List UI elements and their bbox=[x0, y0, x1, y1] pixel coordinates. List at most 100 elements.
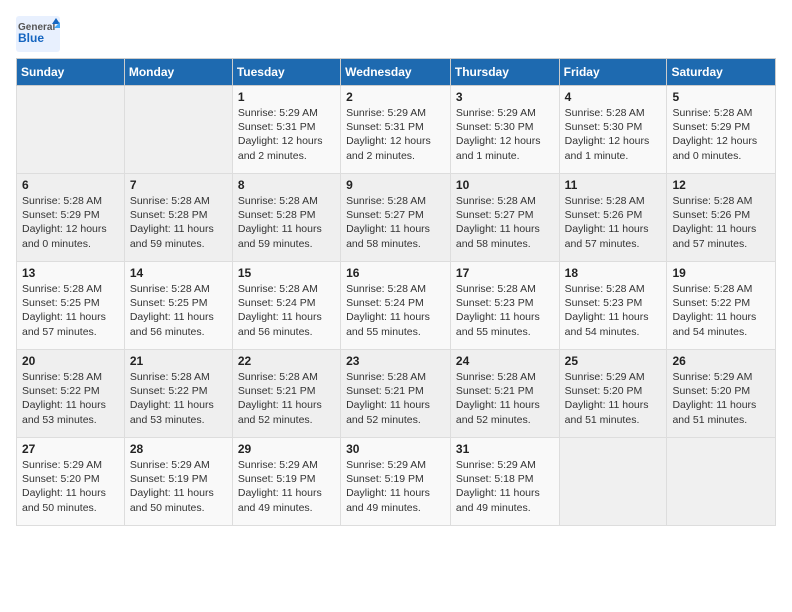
calendar-cell: 4 Sunrise: 5:28 AMSunset: 5:30 PMDaylight… bbox=[559, 86, 667, 174]
cell-day-number: 28 bbox=[130, 442, 227, 456]
cell-info-text: Sunrise: 5:28 AMSunset: 5:27 PMDaylight:… bbox=[346, 194, 445, 251]
cell-day-number: 14 bbox=[130, 266, 227, 280]
calendar-cell: 9 Sunrise: 5:28 AMSunset: 5:27 PMDaylight… bbox=[341, 174, 451, 262]
cell-info-text: Sunrise: 5:28 AMSunset: 5:29 PMDaylight:… bbox=[22, 194, 119, 251]
cell-day-number: 12 bbox=[672, 178, 770, 192]
calendar-cell: 7 Sunrise: 5:28 AMSunset: 5:28 PMDaylight… bbox=[124, 174, 232, 262]
cell-day-number: 13 bbox=[22, 266, 119, 280]
calendar-cell: 5 Sunrise: 5:28 AMSunset: 5:29 PMDaylight… bbox=[667, 86, 776, 174]
calendar-cell: 23Sunrise: 5:28 AMSunset: 5:21 PMDayligh… bbox=[341, 350, 451, 438]
cell-day-number: 17 bbox=[456, 266, 554, 280]
cell-info-text: Sunrise: 5:29 AMSunset: 5:19 PMDaylight:… bbox=[346, 458, 445, 515]
cell-info-text: Sunrise: 5:28 AMSunset: 5:25 PMDaylight:… bbox=[130, 282, 227, 339]
weekday-header-saturday: Saturday bbox=[667, 59, 776, 86]
weekday-header-thursday: Thursday bbox=[450, 59, 559, 86]
cell-day-number: 4 bbox=[565, 90, 662, 104]
cell-day-number: 8 bbox=[238, 178, 335, 192]
cell-info-text: Sunrise: 5:29 AMSunset: 5:20 PMDaylight:… bbox=[672, 370, 770, 427]
calendar-cell: 17 Sunrise: 5:28 AMSunset: 5:23 PMDayligh… bbox=[450, 262, 559, 350]
cell-day-number: 27 bbox=[22, 442, 119, 456]
calendar-cell bbox=[17, 86, 125, 174]
cell-day-number: 30 bbox=[346, 442, 445, 456]
cell-day-number: 6 bbox=[22, 178, 119, 192]
svg-text:Blue: Blue bbox=[18, 31, 44, 45]
calendar-cell: 28 Sunrise: 5:29 AMSunset: 5:19 PMDayligh… bbox=[124, 438, 232, 526]
cell-info-text: Sunrise: 5:28 AMSunset: 5:21 PMDaylight:… bbox=[456, 370, 554, 427]
cell-info-text: Sunrise: 5:29 AMSunset: 5:20 PMDaylight:… bbox=[565, 370, 662, 427]
cell-info-text: Sunrise: 5:28 AMSunset: 5:22 PMDaylight:… bbox=[672, 282, 770, 339]
calendar-cell: 8Sunrise: 5:28 AMSunset: 5:28 PMDaylight… bbox=[232, 174, 340, 262]
cell-day-number: 11 bbox=[565, 178, 662, 192]
cell-day-number: 31 bbox=[456, 442, 554, 456]
calendar-cell: 15 Sunrise: 5:28 AMSunset: 5:24 PMDayligh… bbox=[232, 262, 340, 350]
calendar-cell: 6 Sunrise: 5:28 AMSunset: 5:29 PMDaylight… bbox=[17, 174, 125, 262]
calendar-cell: 12 Sunrise: 5:28 AMSunset: 5:26 PMDayligh… bbox=[667, 174, 776, 262]
cell-info-text: Sunrise: 5:29 AMSunset: 5:31 PMDaylight:… bbox=[346, 106, 445, 163]
cell-info-text: Sunrise: 5:29 AMSunset: 5:19 PMDaylight:… bbox=[238, 458, 335, 515]
cell-info-text: Sunrise: 5:28 AMSunset: 5:29 PMDaylight:… bbox=[672, 106, 770, 163]
calendar-cell: 27 Sunrise: 5:29 AMSunset: 5:20 PMDayligh… bbox=[17, 438, 125, 526]
weekday-header-monday: Monday bbox=[124, 59, 232, 86]
calendar-cell: 19 Sunrise: 5:28 AMSunset: 5:22 PMDayligh… bbox=[667, 262, 776, 350]
cell-day-number: 18 bbox=[565, 266, 662, 280]
cell-info-text: Sunrise: 5:28 AMSunset: 5:25 PMDaylight:… bbox=[22, 282, 119, 339]
cell-info-text: Sunrise: 5:28 AMSunset: 5:28 PMDaylight:… bbox=[130, 194, 227, 251]
calendar-cell: 30 Sunrise: 5:29 AMSunset: 5:19 PMDayligh… bbox=[341, 438, 451, 526]
logo: General Blue bbox=[16, 16, 64, 52]
weekday-header-wednesday: Wednesday bbox=[341, 59, 451, 86]
weekday-header-tuesday: Tuesday bbox=[232, 59, 340, 86]
cell-day-number: 25 bbox=[565, 354, 662, 368]
cell-info-text: Sunrise: 5:28 AMSunset: 5:22 PMDaylight:… bbox=[22, 370, 119, 427]
calendar-cell: 20 Sunrise: 5:28 AMSunset: 5:22 PMDayligh… bbox=[17, 350, 125, 438]
calendar-cell: 26 Sunrise: 5:29 AMSunset: 5:20 PMDayligh… bbox=[667, 350, 776, 438]
cell-day-number: 21 bbox=[130, 354, 227, 368]
cell-info-text: Sunrise: 5:28 AMSunset: 5:22 PMDaylight:… bbox=[130, 370, 227, 427]
calendar-cell: 13 Sunrise: 5:28 AMSunset: 5:25 PMDayligh… bbox=[17, 262, 125, 350]
page-header: General Blue bbox=[16, 16, 776, 52]
calendar-cell: 14 Sunrise: 5:28 AMSunset: 5:25 PMDayligh… bbox=[124, 262, 232, 350]
cell-info-text: Sunrise: 5:28 AMSunset: 5:30 PMDaylight:… bbox=[565, 106, 662, 163]
calendar-cell: 25 Sunrise: 5:29 AMSunset: 5:20 PMDayligh… bbox=[559, 350, 667, 438]
cell-day-number: 20 bbox=[22, 354, 119, 368]
cell-day-number: 7 bbox=[130, 178, 227, 192]
calendar-cell: 1 Sunrise: 5:29 AMSunset: 5:31 PMDaylight… bbox=[232, 86, 340, 174]
calendar-cell bbox=[559, 438, 667, 526]
cell-info-text: Sunrise: 5:28 AMSunset: 5:24 PMDaylight:… bbox=[346, 282, 445, 339]
calendar-cell: 11Sunrise: 5:28 AMSunset: 5:26 PMDayligh… bbox=[559, 174, 667, 262]
calendar-table: SundayMondayTuesdayWednesdayThursdayFrid… bbox=[16, 58, 776, 526]
cell-day-number: 22 bbox=[238, 354, 335, 368]
cell-info-text: Sunrise: 5:29 AMSunset: 5:19 PMDaylight:… bbox=[130, 458, 227, 515]
calendar-cell: 16 Sunrise: 5:28 AMSunset: 5:24 PMDayligh… bbox=[341, 262, 451, 350]
cell-day-number: 19 bbox=[672, 266, 770, 280]
cell-day-number: 26 bbox=[672, 354, 770, 368]
cell-info-text: Sunrise: 5:28 AMSunset: 5:23 PMDaylight:… bbox=[456, 282, 554, 339]
calendar-cell bbox=[124, 86, 232, 174]
calendar-cell: 21 Sunrise: 5:28 AMSunset: 5:22 PMDayligh… bbox=[124, 350, 232, 438]
weekday-header-friday: Friday bbox=[559, 59, 667, 86]
cell-info-text: Sunrise: 5:29 AMSunset: 5:31 PMDaylight:… bbox=[238, 106, 335, 163]
cell-day-number: 2 bbox=[346, 90, 445, 104]
cell-day-number: 9 bbox=[346, 178, 445, 192]
calendar-cell: 31Sunrise: 5:29 AMSunset: 5:18 PMDayligh… bbox=[450, 438, 559, 526]
cell-info-text: Sunrise: 5:29 AMSunset: 5:30 PMDaylight:… bbox=[456, 106, 554, 163]
cell-info-text: Sunrise: 5:28 AMSunset: 5:27 PMDaylight:… bbox=[456, 194, 554, 251]
cell-day-number: 10 bbox=[456, 178, 554, 192]
cell-info-text: Sunrise: 5:28 AMSunset: 5:26 PMDaylight:… bbox=[672, 194, 770, 251]
cell-info-text: Sunrise: 5:28 AMSunset: 5:24 PMDaylight:… bbox=[238, 282, 335, 339]
cell-info-text: Sunrise: 5:28 AMSunset: 5:21 PMDaylight:… bbox=[238, 370, 335, 427]
cell-day-number: 5 bbox=[672, 90, 770, 104]
cell-day-number: 15 bbox=[238, 266, 335, 280]
cell-day-number: 3 bbox=[456, 90, 554, 104]
calendar-cell bbox=[667, 438, 776, 526]
cell-day-number: 23 bbox=[346, 354, 445, 368]
calendar-cell: 22 Sunrise: 5:28 AMSunset: 5:21 PMDayligh… bbox=[232, 350, 340, 438]
cell-day-number: 24 bbox=[456, 354, 554, 368]
calendar-cell: 2 Sunrise: 5:29 AMSunset: 5:31 PMDaylight… bbox=[341, 86, 451, 174]
cell-info-text: Sunrise: 5:29 AMSunset: 5:20 PMDaylight:… bbox=[22, 458, 119, 515]
weekday-header-sunday: Sunday bbox=[17, 59, 125, 86]
cell-day-number: 16 bbox=[346, 266, 445, 280]
cell-day-number: 1 bbox=[238, 90, 335, 104]
calendar-cell: 18Sunrise: 5:28 AMSunset: 5:23 PMDayligh… bbox=[559, 262, 667, 350]
calendar-cell: 29Sunrise: 5:29 AMSunset: 5:19 PMDayligh… bbox=[232, 438, 340, 526]
calendar-cell: 3 Sunrise: 5:29 AMSunset: 5:30 PMDaylight… bbox=[450, 86, 559, 174]
